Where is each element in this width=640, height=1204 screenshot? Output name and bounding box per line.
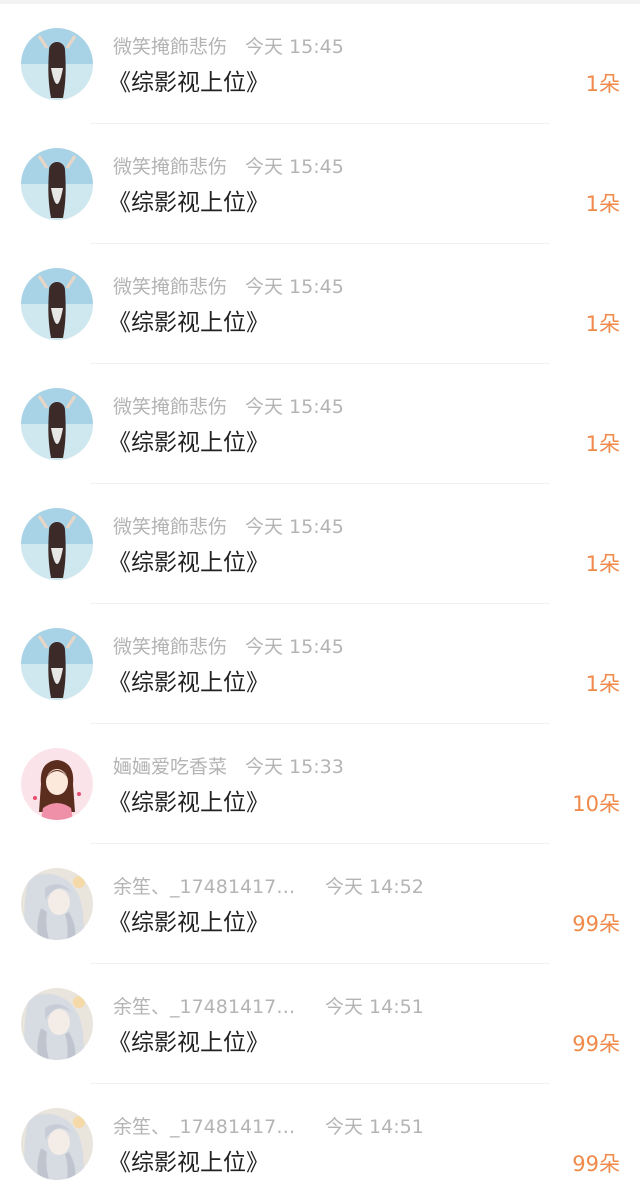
flower-amount: 99朵 [572,1152,620,1176]
flower-amount: 1朵 [585,552,620,576]
list-item[interactable]: 微笑掩飾悲伤 今天 15:45 《综影视上位》 1朵 [0,364,640,484]
username[interactable]: 微笑掩飾悲伤 [113,34,227,60]
username[interactable]: 微笑掩飾悲伤 [113,394,227,420]
book-title[interactable]: 《综影视上位》 [108,307,269,339]
item-meta: 微笑掩飾悲伤 今天 15:45 [113,34,344,60]
list-item[interactable]: 余笙、_174814179... 今天 14:51 《综影视上位》 99朵 [0,1084,640,1204]
avatar-girl-sky-icon [21,628,93,700]
timestamp: 今天 15:45 [245,36,344,58]
item-meta: 婳婳爱吃香菜 今天 15:33 [113,754,344,780]
book-title[interactable]: 《综影视上位》 [108,187,269,219]
book-title[interactable]: 《综影视上位》 [108,1027,269,1059]
book-title[interactable]: 《综影视上位》 [108,787,269,819]
book-title[interactable]: 《综影视上位》 [108,547,269,579]
flower-amount: 99朵 [572,1032,620,1056]
list-item[interactable]: 余笙、_174814179... 今天 14:51 《综影视上位》 99朵 [0,964,640,1084]
username[interactable]: 婳婳爱吃香菜 [113,754,227,780]
list-item[interactable]: 婳婳爱吃香菜 今天 15:33 《综影视上位》 10朵 [0,724,640,844]
avatar[interactable] [21,1108,93,1180]
list-item[interactable]: 微笑掩飾悲伤 今天 15:45 《综影视上位》 1朵 [0,484,640,604]
item-meta: 微笑掩飾悲伤 今天 15:45 [113,514,344,540]
avatar[interactable] [21,748,93,820]
flower-amount: 1朵 [585,432,620,456]
avatar-girl-sky-icon [21,388,93,460]
flower-amount: 1朵 [585,72,620,96]
item-meta: 微笑掩飾悲伤 今天 15:45 [113,394,344,420]
timestamp: 今天 15:45 [245,516,344,538]
avatar-girl-sky-icon [21,28,93,100]
flower-amount: 1朵 [585,672,620,696]
timestamp: 今天 15:45 [245,636,344,658]
avatar[interactable] [21,508,93,580]
avatar-girl-pink-icon [21,748,93,820]
timestamp: 今天 14:51 [325,1116,424,1138]
avatar[interactable] [21,268,93,340]
book-title[interactable]: 《综影视上位》 [108,67,269,99]
list-item[interactable]: 微笑掩飾悲伤 今天 15:45 《综影视上位》 1朵 [0,604,640,724]
flower-amount: 10朵 [572,792,620,816]
book-title[interactable]: 《综影视上位》 [108,1147,269,1179]
avatar-silver-hair-icon [21,1108,93,1180]
avatar-silver-hair-icon [21,988,93,1060]
username[interactable]: 微笑掩飾悲伤 [113,514,227,540]
avatar-girl-sky-icon [21,268,93,340]
username[interactable]: 微笑掩飾悲伤 [113,274,227,300]
list-item[interactable]: 微笑掩飾悲伤 今天 15:45 《综影视上位》 1朵 [0,4,640,124]
avatar[interactable] [21,388,93,460]
item-meta: 余笙、_174814179... 今天 14:52 [113,874,424,900]
username[interactable]: 余笙、_174814179... [113,994,303,1020]
flower-amount: 99朵 [572,912,620,936]
list-item[interactable]: 微笑掩飾悲伤 今天 15:45 《综影视上位》 1朵 [0,244,640,364]
timestamp: 今天 15:45 [245,396,344,418]
username[interactable]: 微笑掩飾悲伤 [113,634,227,660]
timestamp: 今天 15:45 [245,156,344,178]
avatar[interactable] [21,868,93,940]
book-title[interactable]: 《综影视上位》 [108,667,269,699]
username[interactable]: 余笙、_174814179... [113,874,303,900]
avatar[interactable] [21,148,93,220]
timestamp: 今天 15:33 [245,756,344,778]
avatar-girl-sky-icon [21,148,93,220]
item-meta: 余笙、_174814179... 今天 14:51 [113,994,424,1020]
timestamp: 今天 15:45 [245,276,344,298]
item-meta: 微笑掩飾悲伤 今天 15:45 [113,634,344,660]
book-title[interactable]: 《综影视上位》 [108,427,269,459]
avatar-girl-sky-icon [21,508,93,580]
username[interactable]: 微笑掩飾悲伤 [113,154,227,180]
username[interactable]: 余笙、_174814179... [113,1114,303,1140]
gift-list: 微笑掩飾悲伤 今天 15:45 《综影视上位》 1朵 微笑掩飾悲伤 今天 15:45… [0,4,640,1204]
avatar[interactable] [21,28,93,100]
book-title[interactable]: 《综影视上位》 [108,907,269,939]
list-item[interactable]: 微笑掩飾悲伤 今天 15:45 《综影视上位》 1朵 [0,124,640,244]
avatar-silver-hair-icon [21,868,93,940]
list-item[interactable]: 余笙、_174814179... 今天 14:52 《综影视上位》 99朵 [0,844,640,964]
avatar[interactable] [21,988,93,1060]
flower-amount: 1朵 [585,192,620,216]
item-meta: 微笑掩飾悲伤 今天 15:45 [113,154,344,180]
item-meta: 微笑掩飾悲伤 今天 15:45 [113,274,344,300]
flower-amount: 1朵 [585,312,620,336]
item-meta: 余笙、_174814179... 今天 14:51 [113,1114,424,1140]
timestamp: 今天 14:51 [325,996,424,1018]
avatar[interactable] [21,628,93,700]
timestamp: 今天 14:52 [325,876,424,898]
